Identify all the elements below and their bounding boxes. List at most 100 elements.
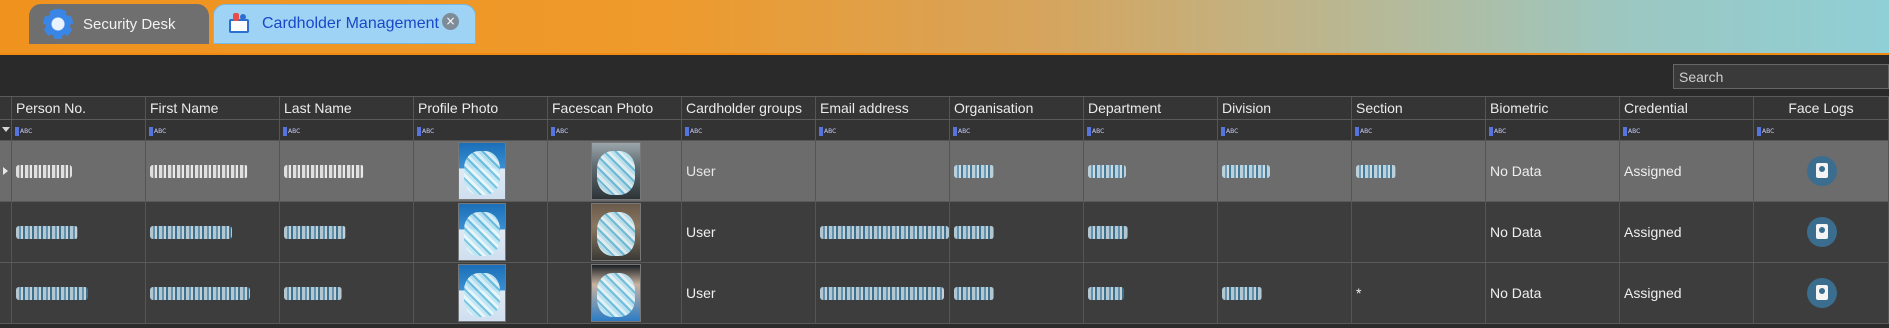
first-name-cell	[146, 263, 280, 323]
gear-icon	[43, 9, 73, 39]
filter-cell[interactable]: ABC	[280, 120, 414, 140]
tab-label: Security Desk	[83, 15, 176, 33]
redacted-text	[284, 225, 346, 239]
redacted-text	[1088, 164, 1126, 178]
face-logs-cell	[1754, 141, 1889, 201]
text-filter-icon: ABC	[149, 127, 166, 137]
redacted-text	[150, 225, 232, 239]
tab-cardholder-management[interactable]: Cardholder Management ×	[213, 4, 476, 44]
row-selector[interactable]	[0, 202, 12, 262]
biometric-cell: No Data	[1486, 202, 1620, 262]
organisation-cell	[950, 263, 1084, 323]
filter-gutter	[0, 120, 12, 140]
face-log-icon[interactable]	[1807, 156, 1837, 186]
column-header-last-name[interactable]: Last Name	[280, 97, 414, 119]
department-cell	[1084, 141, 1218, 201]
redacted-text	[1356, 164, 1396, 178]
department-cell	[1084, 202, 1218, 262]
filter-cell[interactable]: ABC	[414, 120, 548, 140]
face-logs-cell	[1754, 202, 1889, 262]
section-cell	[1352, 141, 1486, 201]
face-log-icon[interactable]	[1807, 217, 1837, 247]
section-cell	[1352, 202, 1486, 262]
column-header-person-no[interactable]: Person No.	[12, 97, 146, 119]
filter-cell[interactable]: ABC	[1218, 120, 1352, 140]
tab-security-desk[interactable]: Security Desk	[29, 4, 209, 44]
search-input[interactable]	[1673, 64, 1889, 89]
column-header-cardholder-groups[interactable]: Cardholder groups	[682, 97, 816, 119]
table-row[interactable]: User No Data Assigned	[0, 202, 1889, 263]
table-row[interactable]: User No Data Assigned	[0, 141, 1889, 202]
filter-cell[interactable]: ABC	[12, 120, 146, 140]
row-gutter-header	[0, 97, 12, 119]
close-icon[interactable]: ×	[442, 13, 459, 30]
redacted-text	[954, 286, 994, 300]
row-selector[interactable]	[0, 141, 12, 201]
text-filter-icon: ABC	[685, 127, 702, 137]
filter-cell[interactable]: ABC	[1486, 120, 1620, 140]
division-cell	[1218, 263, 1352, 323]
redacted-text	[954, 225, 994, 239]
tab-label: Cardholder Management	[262, 15, 439, 32]
column-header-email-address[interactable]: Email address	[816, 97, 950, 119]
cardholder-icon	[228, 12, 252, 36]
credential-cell: Assigned	[1620, 263, 1754, 323]
filter-cell[interactable]: ABC	[1620, 120, 1754, 140]
face-log-icon[interactable]	[1807, 278, 1837, 308]
filter-cell[interactable]: ABC	[548, 120, 682, 140]
email-cell	[816, 202, 950, 262]
section-cell: *	[1352, 263, 1486, 323]
redacted-text	[820, 225, 949, 239]
last-name-cell	[280, 263, 414, 323]
redacted-text	[284, 286, 342, 300]
text-filter-icon: ABC	[283, 127, 300, 137]
redacted-text	[1222, 286, 1262, 300]
column-header-organisation[interactable]: Organisation	[950, 97, 1084, 119]
redacted-text	[1088, 225, 1128, 239]
person-no-cell	[12, 202, 146, 262]
filter-cell[interactable]: ABC	[950, 120, 1084, 140]
column-header-face-logs[interactable]: Face Logs	[1754, 97, 1889, 119]
column-header-section[interactable]: Section	[1352, 97, 1486, 119]
current-row-arrow-icon	[3, 167, 8, 175]
column-header-department[interactable]: Department	[1084, 97, 1218, 119]
profile-photo	[458, 142, 506, 200]
filter-cell[interactable]: ABC	[1084, 120, 1218, 140]
profile-photo-cell	[414, 202, 548, 262]
table-row[interactable]: User * No Data Assigned	[0, 263, 1889, 324]
text-filter-icon: ABC	[953, 127, 970, 137]
first-name-cell	[146, 202, 280, 262]
person-no-cell	[12, 263, 146, 323]
column-header-credential[interactable]: Credential	[1620, 97, 1754, 119]
column-header-row: Person No. First Name Last Name Profile …	[0, 96, 1889, 120]
facescan-photo-cell	[548, 202, 682, 262]
column-header-first-name[interactable]: First Name	[146, 97, 280, 119]
column-header-profile-photo[interactable]: Profile Photo	[414, 97, 548, 119]
face-logs-cell	[1754, 263, 1889, 323]
filter-cell[interactable]: ABC	[146, 120, 280, 140]
redacted-text	[1222, 164, 1270, 178]
cardholder-group-cell: User	[682, 263, 816, 323]
last-name-cell	[280, 202, 414, 262]
filter-cell[interactable]: ABC	[1754, 120, 1889, 140]
filter-cell[interactable]: ABC	[1352, 120, 1486, 140]
filter-row: ABC ABC ABC ABC ABC ABC ABC ABC ABC ABC …	[0, 120, 1889, 141]
redacted-text	[1088, 286, 1124, 300]
filter-cell[interactable]: ABC	[816, 120, 950, 140]
profile-photo-cell	[414, 263, 548, 323]
column-header-facescan-photo[interactable]: Facescan Photo	[548, 97, 682, 119]
profile-photo	[458, 203, 506, 261]
text-filter-icon: ABC	[1087, 127, 1104, 137]
biometric-cell: No Data	[1486, 141, 1620, 201]
column-header-division[interactable]: Division	[1218, 97, 1352, 119]
row-selector[interactable]	[0, 263, 12, 323]
filter-cell[interactable]: ABC	[682, 120, 816, 140]
redacted-text	[16, 286, 88, 300]
redacted-text	[16, 225, 78, 239]
cardholder-group-cell: User	[682, 141, 816, 201]
column-header-biometric[interactable]: Biometric	[1486, 97, 1620, 119]
credential-cell: Assigned	[1620, 202, 1754, 262]
department-cell	[1084, 263, 1218, 323]
division-cell	[1218, 141, 1352, 201]
redacted-text	[150, 286, 250, 300]
